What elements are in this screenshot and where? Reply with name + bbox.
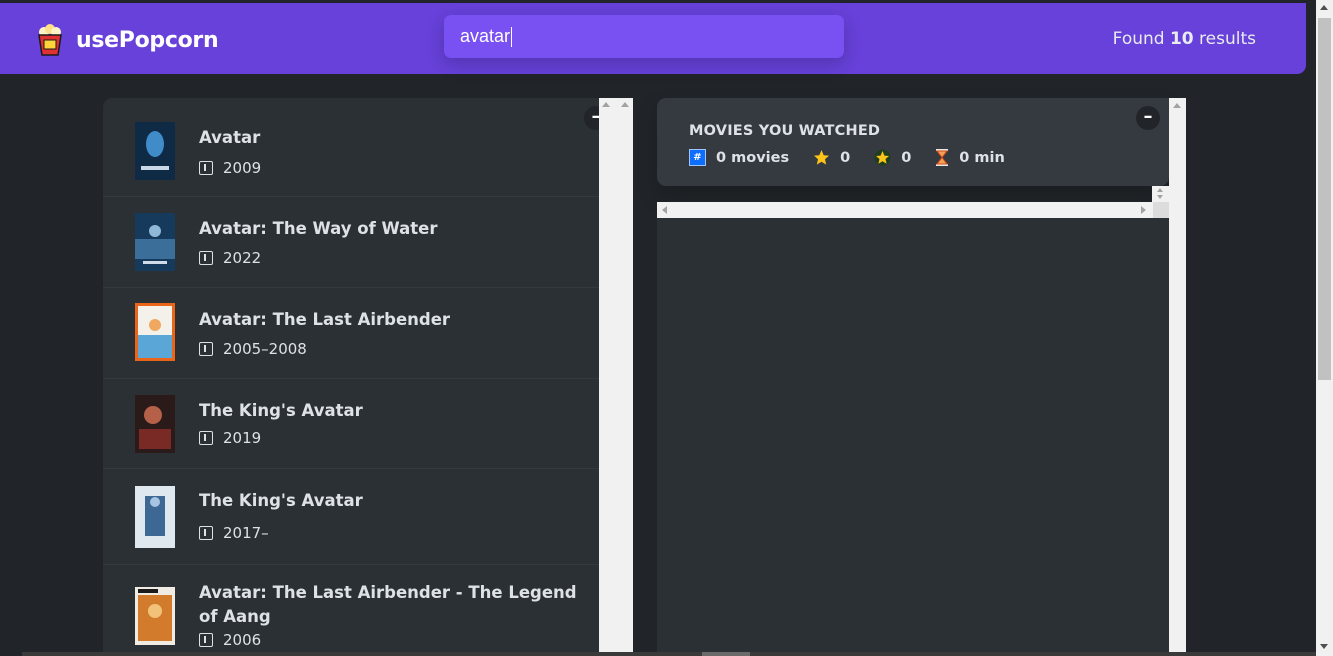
stat-movies: # 0 movies [689,149,789,166]
list-item[interactable]: Avatar: The Last Airbender - The Legend … [103,565,599,656]
movie-year-text: 2017– [223,524,269,542]
search-results-box: Avatar 2009 Avatar: The Way of Water 202… [103,98,599,656]
scroll-up-arrow-icon[interactable] [621,102,629,107]
movie-year: 2022 [199,249,261,267]
hourglass-icon [936,149,949,166]
movie-poster [135,486,175,548]
imdb-rating-value: 0 [840,149,851,166]
horizontal-scrollbar[interactable] [657,202,1169,218]
calendar-icon [199,526,213,540]
scroll-right-arrow-icon[interactable] [1141,206,1146,214]
page-scrollbar[interactable] [1316,0,1333,656]
app-name: usePopcorn [76,27,219,53]
stat-runtime: 0 min [935,149,1005,166]
scroll-up-arrow-icon[interactable] [1173,103,1181,108]
search-input[interactable]: avatar [444,15,844,58]
calendar-icon [199,431,213,445]
results-prefix: Found [1112,29,1165,49]
movie-poster [135,395,175,453]
list-item[interactable]: The King's Avatar 2017– [103,469,599,565]
list-item[interactable]: Avatar 2009 [103,98,599,197]
text-caret [511,26,513,47]
movie-poster [135,303,175,361]
watched-box-scrollbar[interactable] [1169,98,1186,656]
movie-year: 2006 [199,631,261,649]
glowing-star-icon [874,149,891,166]
user-rating-value: 0 [901,149,912,166]
logo: usePopcorn [36,23,219,57]
star-icon [814,150,830,165]
movie-title: The King's Avatar [199,491,363,510]
runtime-value: 0 min [959,149,1005,166]
watched-list [657,218,1169,656]
movie-year: 2009 [199,159,261,177]
summary-stats: # 0 movies 0 0 0 min [689,149,1005,166]
watched-list-scrollbar[interactable] [1152,186,1169,202]
results-number: 10 [1169,29,1194,49]
scroll-up-arrow-icon[interactable] [1157,188,1163,192]
calendar-icon [199,633,213,647]
movie-year-text: 2005–2008 [223,340,307,358]
scrollbar-thumb[interactable] [1318,18,1331,380]
list-item[interactable]: The King's Avatar 2019 [103,379,599,469]
movie-poster [135,213,175,271]
results-suffix: results [1199,29,1256,49]
movie-title: Avatar: The Last Airbender [199,310,451,329]
navbar: usePopcorn avatar Found 10 results [0,3,1306,74]
scroll-down-arrow-icon[interactable] [1157,195,1163,199]
results-scrollbar[interactable] [599,98,633,656]
collapse-watched-button[interactable]: – [1136,106,1160,130]
movie-title: Avatar: The Last Airbender - The Legend … [199,583,577,626]
watched-summary: MOVIES YOU WATCHED # 0 movies 0 0 0 min … [657,98,1169,186]
calendar-icon [199,161,213,175]
movie-year-text: 2019 [223,429,262,447]
movie-poster [135,122,175,180]
movies-count: 0 movies [716,149,790,166]
movie-year: 2017– [199,524,269,542]
calendar-icon [199,342,213,356]
search-value: avatar [460,26,511,46]
scroll-up-arrow-icon[interactable] [602,102,610,107]
movie-year-text: 2006 [223,631,262,649]
movie-title: Avatar [199,128,261,147]
scroll-left-arrow-icon[interactable] [662,206,667,214]
scroll-up-arrow-icon[interactable] [1320,5,1328,10]
summary-title: MOVIES YOU WATCHED [689,123,881,139]
scrollbar-corner [1153,202,1169,218]
list-item[interactable]: Avatar: The Way of Water 2022 [103,197,599,288]
movie-poster [135,587,175,645]
scrollbar-thumb[interactable] [702,652,750,656]
calendar-icon [199,251,213,265]
stat-user-rating: 0 [874,149,911,166]
hash-icon: # [689,149,706,166]
stat-imdb-rating: 0 [813,149,850,166]
results-count: Found 10 results [1113,29,1256,49]
list-item[interactable]: Avatar: The Last Airbender 2005–2008 [103,288,599,379]
movie-year-text: 2009 [223,159,262,177]
movie-title: The King's Avatar [199,401,363,420]
movie-year-text: 2022 [223,249,262,267]
movie-year: 2005–2008 [199,340,307,358]
bottom-scrollbar[interactable] [22,652,1316,656]
popcorn-icon [38,24,62,56]
movie-year: 2019 [199,429,261,447]
scroll-down-arrow-icon[interactable] [1320,644,1328,649]
movie-title: Avatar: The Way of Water [199,219,438,238]
